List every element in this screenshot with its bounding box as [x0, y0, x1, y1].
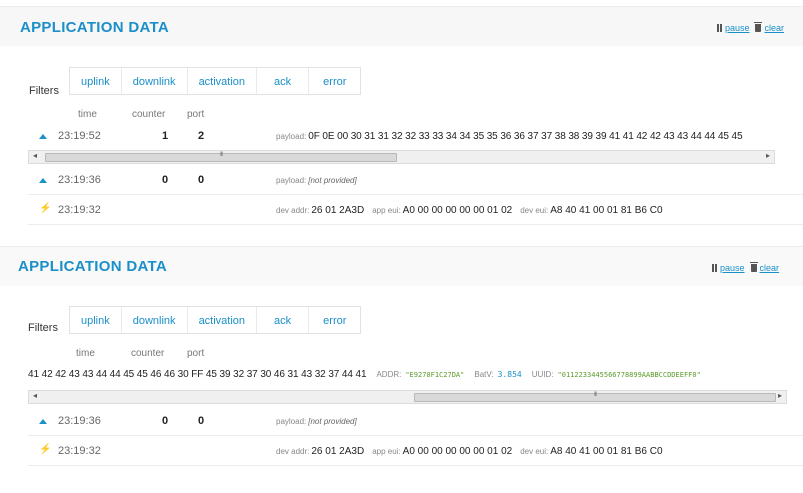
scroll-left-icon[interactable]: ◂ [33, 391, 37, 400]
pause-button[interactable]: pause [720, 263, 745, 273]
pause-icon[interactable] [716, 24, 722, 32]
panel-title: APPLICATION DATA [18, 258, 167, 275]
arrow-up-icon [39, 419, 47, 424]
filter-tab-ack[interactable]: ack [257, 307, 310, 333]
dev-eui-value: A8 40 41 00 01 81 B6 C0 [550, 205, 663, 216]
lightning-icon: ⚡ [39, 203, 52, 214]
payload-not-provided: [not provided] [308, 417, 357, 426]
app-eui-label: app eui: [372, 447, 401, 456]
app-eui-value: A0 00 00 00 00 00 01 02 [402, 205, 513, 216]
payload-label: payload: [276, 417, 307, 426]
row-counter: 0 [162, 174, 169, 186]
app-eui-value: A0 00 00 00 00 00 01 02 [402, 446, 513, 457]
row-time: 23:19:36 [58, 415, 101, 427]
filter-tabs: uplink downlink activation ack error [69, 67, 362, 95]
dev-eui-label: dev eui: [520, 447, 549, 456]
decoded-uuid-key: UUID: [531, 370, 554, 379]
pause-icon[interactable] [712, 264, 717, 272]
panel-header: APPLICATION DATA pause clear [0, 6, 803, 46]
row-payload: payload: 0F 0E 00 30 31 31 32 32 33 33 34… [276, 130, 743, 142]
row-port: 0 [198, 174, 205, 186]
filter-tab-error[interactable]: error [309, 68, 360, 94]
decoded-addr-key: ADDR: [376, 370, 402, 379]
scrollbar-thumb[interactable] [45, 153, 397, 162]
table-row-uplink[interactable]: 23:19:36 0 0 payload: [not provided] [28, 166, 803, 195]
table-row-uplink[interactable]: 23:19:36 0 0 payload: [not provided] [28, 407, 803, 436]
dev-addr-value: 26 01 2A3D [311, 205, 365, 216]
table-row-activation[interactable]: ⚡ 23:19:32 dev addr: 26 01 2A3D app eui: A0… [28, 437, 803, 466]
horizontal-scrollbar[interactable]: ◂ ▸ [28, 390, 787, 404]
table-row-uplink[interactable]: 23:19:52 1 2 payload: 0F 0E 00 30 31 31 3… [28, 122, 803, 151]
filter-tabs: uplink downlink activation ack error [69, 306, 362, 334]
payload-not-provided: [not provided] [308, 176, 357, 185]
trash-icon[interactable] [749, 262, 758, 272]
column-header-port: port [187, 348, 205, 359]
filter-tab-uplink[interactable]: uplink [70, 68, 122, 94]
table-row-activation[interactable]: ⚡ 23:19:32 dev addr: 26 01 2A3D app eui: A0… [28, 196, 803, 225]
app-eui-label: app eui: [372, 206, 401, 215]
filter-tab-ack[interactable]: ack [257, 68, 310, 94]
row-time: 23:19:36 [58, 174, 101, 186]
scrollbar-thumb[interactable] [414, 393, 776, 402]
row-time: 23:19:52 [58, 130, 101, 142]
filters-label: Filters [28, 322, 58, 334]
row-activation-details: dev addr: 26 01 2A3D app eui: A0 00 00 00 0… [276, 204, 671, 216]
filters-label: Filters [29, 85, 59, 97]
scroll-right-icon[interactable]: ▸ [766, 151, 770, 160]
column-header-time: time [76, 348, 95, 359]
payload-label: payload: [276, 132, 307, 141]
panel-title: APPLICATION DATA [20, 19, 169, 36]
panel-actions: pause clear [712, 262, 785, 273]
payload-hex: 41 42 42 43 43 44 44 45 45 46 46 30 FF 4… [28, 369, 367, 380]
dev-addr-value: 26 01 2A3D [311, 446, 365, 457]
scrolled-payload-row[interactable]: 41 42 42 43 43 44 44 45 45 46 46 30 FF 4… [28, 369, 701, 380]
dev-eui-value: A8 40 41 00 01 81 B6 C0 [550, 446, 663, 457]
filter-tab-activation[interactable]: activation [188, 68, 258, 94]
scroll-right-icon[interactable]: ▸ [778, 391, 782, 400]
dev-eui-label: dev eui: [520, 206, 549, 215]
decoded-uuid-value: "0112233445566778899AABBCCDDEEFF0" [557, 371, 701, 379]
horizontal-scrollbar[interactable]: ◂ ▸ [28, 150, 775, 164]
clear-button[interactable]: clear [760, 263, 780, 273]
trash-icon[interactable] [754, 22, 763, 32]
filter-tab-downlink[interactable]: downlink [122, 68, 188, 94]
panel-actions: pause clear [716, 22, 790, 33]
clear-button[interactable]: clear [764, 23, 784, 33]
pause-button[interactable]: pause [725, 23, 750, 33]
row-port: 0 [198, 415, 205, 427]
row-counter: 1 [162, 130, 169, 142]
row-time: 23:19:32 [58, 204, 101, 216]
payload-label: payload: [276, 176, 307, 185]
filter-tab-uplink[interactable]: uplink [70, 307, 122, 333]
filter-tab-activation[interactable]: activation [188, 307, 258, 333]
decoded-batv-value: 3.854 [497, 370, 522, 379]
arrow-up-icon [39, 178, 47, 183]
row-counter: 0 [162, 415, 169, 427]
application-data-panel-top: APPLICATION DATA pause clear Filters upli… [0, 0, 803, 236]
column-header-port: port [187, 109, 205, 120]
filter-tab-error[interactable]: error [309, 307, 360, 333]
row-port: 2 [198, 130, 205, 142]
lightning-icon: ⚡ [39, 444, 52, 455]
panel-header: APPLICATION DATA pause clear [0, 246, 803, 286]
filter-tab-downlink[interactable]: downlink [122, 307, 188, 333]
decoded-addr-value: "E9270F1C27DA" [405, 371, 465, 379]
scroll-left-icon[interactable]: ◂ [33, 151, 37, 160]
payload-hex: 0F 0E 00 30 31 31 32 32 33 33 34 34 35 3… [308, 131, 743, 142]
row-payload: payload: [not provided] [276, 174, 357, 186]
decoded-batv-key: BatV: [474, 370, 494, 379]
row-time: 23:19:32 [58, 445, 101, 457]
dev-addr-label: dev addr: [276, 206, 310, 215]
application-data-panel-bottom: APPLICATION DATA pause clear Filters upli… [0, 240, 803, 493]
dev-addr-label: dev addr: [276, 447, 310, 456]
arrow-up-icon [39, 134, 47, 139]
row-activation-details: dev addr: 26 01 2A3D app eui: A0 00 00 00 0… [276, 445, 671, 457]
column-header-counter: counter [131, 348, 165, 359]
column-header-counter: counter [132, 109, 166, 120]
column-header-time: time [78, 109, 97, 120]
row-payload: payload: [not provided] [276, 415, 357, 427]
